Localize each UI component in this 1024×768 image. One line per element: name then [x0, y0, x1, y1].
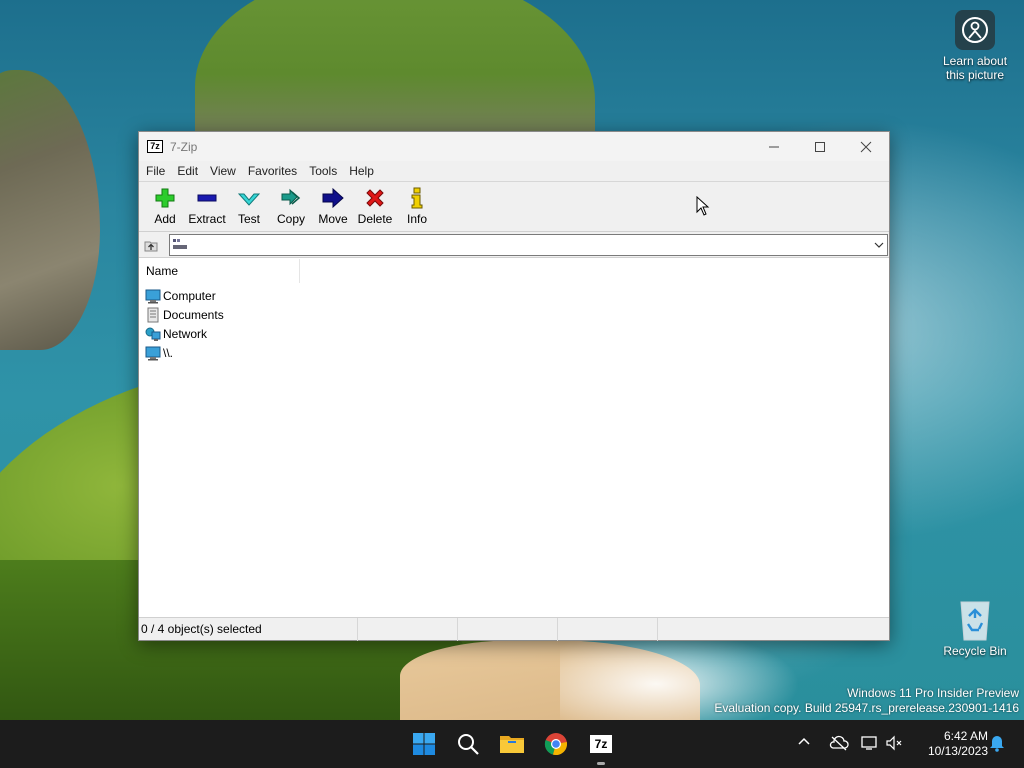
- chevron-down-icon[interactable]: [873, 238, 885, 252]
- double-arrow-icon: [279, 186, 303, 210]
- minimize-button[interactable]: [751, 132, 797, 161]
- check-icon: [237, 186, 261, 210]
- menu-view[interactable]: View: [204, 161, 242, 182]
- menu-bar: File Edit View Favorites Tools Help: [139, 161, 889, 182]
- file-explorer-button[interactable]: [496, 728, 528, 760]
- plus-icon: [153, 186, 177, 210]
- 7zip-window[interactable]: 7z 7-Zip File Edit View Favorites Tools …: [138, 131, 890, 641]
- maximize-button[interactable]: [797, 132, 843, 161]
- info-label: Info: [406, 212, 427, 226]
- move-label: Move: [318, 212, 348, 226]
- maximize-icon: [815, 141, 825, 152]
- delete-label: Delete: [357, 212, 393, 226]
- move-button[interactable]: Move: [312, 186, 354, 226]
- notification-bell-icon[interactable]: [988, 734, 1006, 752]
- menu-help[interactable]: Help: [343, 161, 380, 182]
- test-button[interactable]: Test: [228, 186, 270, 226]
- active-app-indicator: [597, 762, 605, 765]
- recycle-bin-icon: [955, 598, 995, 642]
- extract-button[interactable]: Extract: [186, 186, 228, 226]
- test-label: Test: [237, 212, 260, 226]
- learn-about-picture-shortcut[interactable]: Learn about this picture: [935, 10, 1015, 82]
- window-title: 7-Zip: [170, 139, 198, 154]
- status-packed-size: [458, 617, 558, 641]
- os-watermark: Windows 11 Pro Insider Preview Evaluatio…: [714, 686, 1019, 716]
- status-modified: [558, 617, 658, 641]
- address-bar: [139, 232, 889, 258]
- 7zip-taskbar-button[interactable]: 7z: [585, 728, 617, 760]
- network-icon: [145, 327, 161, 341]
- 7zip-icon: 7z: [590, 735, 612, 753]
- camera-info-icon: [955, 10, 995, 50]
- list-item[interactable]: \\.: [139, 343, 889, 362]
- item-name: Network: [163, 326, 208, 341]
- computer-icon: [145, 289, 161, 303]
- menu-file[interactable]: File: [140, 161, 171, 182]
- status-selection: 0 / 4 object(s) selected: [139, 617, 358, 641]
- taskbar-clock[interactable]: 6:42 AM 10/13/2023: [912, 729, 988, 759]
- arrow-right-icon: [321, 186, 345, 210]
- status-size: [358, 617, 458, 641]
- file-explorer-icon: [500, 736, 524, 753]
- start-icon: [413, 733, 435, 755]
- taskbar: 7z 6:42 AM 10/13/2023: [0, 720, 1024, 768]
- learn-about-picture-label: Learn about this picture: [942, 54, 1008, 82]
- start-button[interactable]: [408, 728, 440, 760]
- 7zip-app-icon: 7z: [147, 140, 163, 153]
- chrome-icon: [544, 733, 567, 756]
- add-button[interactable]: Add: [144, 186, 186, 226]
- clock-date: 10/13/2023: [927, 744, 988, 758]
- taskbar-search-button[interactable]: [452, 728, 484, 760]
- chrome-button[interactable]: [540, 728, 572, 760]
- menu-favorites[interactable]: Favorites: [242, 161, 303, 182]
- item-name: Computer: [163, 288, 216, 303]
- minimize-icon: [769, 146, 779, 147]
- folder-up-icon: [144, 241, 158, 251]
- column-header-row: Name: [139, 259, 889, 283]
- title-bar[interactable]: 7z 7-Zip: [139, 132, 889, 161]
- menu-tools[interactable]: Tools: [303, 161, 343, 182]
- network-display-icon[interactable]: [860, 735, 880, 751]
- list-item[interactable]: Computer: [139, 286, 889, 305]
- item-name: \\.: [163, 345, 174, 360]
- info-icon: [405, 186, 429, 210]
- copy-label: Copy: [276, 212, 305, 226]
- recycle-bin-shortcut[interactable]: Recycle Bin: [935, 598, 1015, 658]
- clock-time: 6:42 AM: [943, 729, 988, 743]
- close-icon: [860, 141, 872, 152]
- menu-edit[interactable]: Edit: [171, 161, 204, 182]
- mouse-cursor-icon: [696, 196, 710, 216]
- watermark-line-1: Windows 11 Pro Insider Preview: [847, 686, 1019, 700]
- cloud-offline-icon[interactable]: [829, 735, 849, 751]
- column-header-name[interactable]: Name: [139, 259, 300, 283]
- wallpaper-cliff-left: [0, 70, 100, 350]
- status-bar: 0 / 4 object(s) selected: [139, 617, 889, 641]
- toolbar: Add Extract Test Copy Move Delete Info: [139, 182, 889, 232]
- copy-button[interactable]: Copy: [270, 186, 312, 226]
- file-list[interactable]: Name Computer Documents Network \\.: [139, 259, 889, 617]
- computer-icon: [145, 346, 161, 360]
- document-icon: [147, 307, 159, 322]
- info-button[interactable]: Info: [396, 186, 438, 226]
- list-item[interactable]: Network: [139, 324, 889, 343]
- add-label: Add: [154, 212, 176, 226]
- recycle-bin-label: Recycle Bin: [943, 644, 1007, 658]
- list-item[interactable]: Documents: [139, 305, 889, 324]
- volume-muted-icon[interactable]: [885, 735, 905, 751]
- close-button[interactable]: [843, 132, 889, 161]
- path-combobox[interactable]: [169, 233, 888, 256]
- minus-icon: [195, 186, 219, 210]
- search-icon: [458, 734, 479, 755]
- extract-label: Extract: [188, 212, 226, 226]
- item-name: Documents: [163, 307, 224, 322]
- show-hidden-icons-chevron-icon[interactable]: [796, 734, 812, 750]
- x-icon: [363, 186, 387, 210]
- up-folder-button[interactable]: [139, 233, 163, 257]
- computer-small-icon: [173, 238, 187, 249]
- watermark-line-2: Evaluation copy. Build 25947.rs_prerelea…: [714, 701, 1019, 715]
- delete-button[interactable]: Delete: [354, 186, 396, 226]
